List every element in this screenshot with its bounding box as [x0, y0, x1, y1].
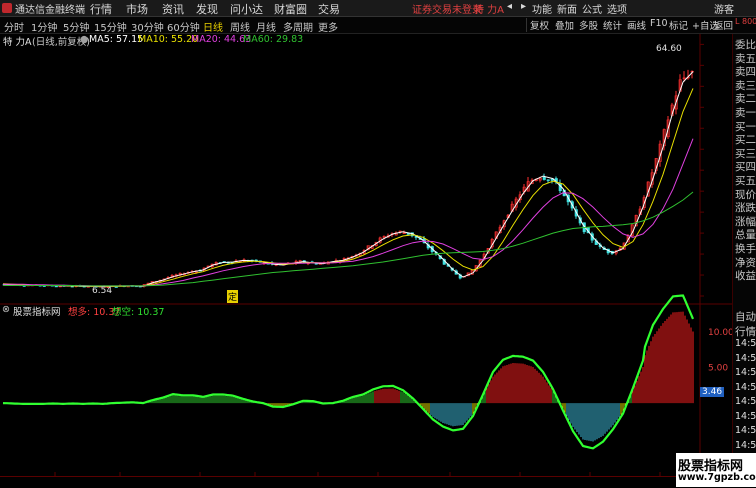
indicator-settings-icon[interactable]: ⊗ [2, 304, 10, 315]
ma-series-line [2, 88, 694, 287]
tick-mode-label: 自动 [735, 311, 756, 323]
candlesticks [2, 69, 694, 289]
menu-caifuquan[interactable]: 财富圈 [274, 1, 307, 17]
ma-series-line [3, 138, 694, 287]
back-button[interactable]: 返回 [712, 18, 735, 32]
menu-gongneng[interactable]: 功能 [532, 1, 552, 16]
date-scrollbar[interactable] [0, 476, 732, 488]
short-label: 想空: 10.37 [112, 307, 165, 318]
biaoji-button[interactable]: 标记 [667, 18, 690, 32]
ma-series-line [2, 71, 694, 288]
menu-gongshi[interactable]: 公式 [582, 1, 602, 16]
menu-hangqing[interactable]: 行情 [90, 1, 112, 17]
panel-code: L 8000 [735, 17, 756, 26]
fuquan-button[interactable]: 复权 [528, 18, 551, 32]
tick-time: 14:50 [735, 367, 756, 378]
kline-chart[interactable]: 65.0060.0055.0050.0045.0040.0035.0030.00… [0, 34, 732, 476]
stock-tab[interactable]: 特 力A [474, 1, 504, 16]
price-axis: 65.0060.0055.0050.0045.0040.0035.0030.00… [700, 43, 704, 297]
watermark: 股票指标网 www.7gpzb.com [676, 453, 756, 487]
tick-time: 14:50 [735, 396, 756, 407]
period-60min[interactable]: 60分钟 [167, 19, 200, 34]
period-fenshi[interactable]: 分时 [4, 19, 24, 34]
menu-jiaoyi[interactable]: 交易 [318, 1, 340, 17]
login-status[interactable]: 证券交易未登录 [412, 1, 482, 16]
tongji-button[interactable]: 统计 [601, 18, 624, 32]
period-multi[interactable]: 多周期 [283, 19, 313, 34]
period-day[interactable]: 日线 [203, 19, 223, 34]
period-more[interactable]: 更多 [318, 19, 338, 34]
user-guest[interactable]: 游客 [714, 1, 734, 16]
period-15min[interactable]: 15分钟 [94, 19, 127, 34]
title-bar: 通达信金融终端 行情 市场 资讯 发现 问小达 财富圈 交易 证券交易未登录 特… [0, 0, 756, 17]
period-toolbar: 分时 1分钟 5分钟 15分钟 30分钟 60分钟 日线 周线 月线 多周期 更… [0, 17, 756, 34]
quote-field-label: 收益 [735, 270, 756, 283]
indicator-axis: 10.00 5.00 [708, 328, 732, 373]
menu-xuanxiang[interactable]: 选项 [607, 1, 627, 16]
indicator-header: ⊗ 股票指标网 想多: 10.37 想空: 10.37 [0, 304, 700, 318]
period-week[interactable]: 周线 [230, 19, 250, 34]
high-price-label: 64.60 [656, 44, 682, 54]
nav-forward-icon[interactable]: ▸ [521, 1, 526, 12]
tick-mode-label: 行情 [735, 325, 756, 338]
menu-shichang[interactable]: 市场 [126, 1, 148, 17]
duogu-button[interactable]: 多股 [577, 18, 600, 32]
toolbar-separator [526, 18, 527, 32]
indicator-bars [4, 311, 694, 442]
nav-back-icon[interactable]: ◂ [507, 1, 512, 12]
tick-time: 14:50 [735, 352, 756, 364]
indicator-name[interactable]: 股票指标网 [13, 304, 61, 318]
app-logo-icon [2, 3, 12, 13]
diejia-button[interactable]: 叠加 [553, 18, 576, 32]
menu-wenxiaoda[interactable]: 问小达 [230, 1, 263, 17]
tick-time: 14:50 [735, 439, 756, 451]
app-title: 通达信金融终端 [15, 5, 85, 16]
event-marker[interactable]: 定 [227, 290, 239, 303]
tick-time: 14:50 [735, 381, 756, 393]
candle-body [546, 179, 550, 181]
candle-body [542, 176, 546, 180]
ma-lines [2, 71, 694, 288]
huaxian-button[interactable]: 画线 [625, 18, 648, 32]
period-1min[interactable]: 1分钟 [31, 19, 57, 34]
menu-zixun[interactable]: 资讯 [162, 1, 184, 17]
period-month[interactable]: 月线 [256, 19, 276, 34]
tick-time: 14:50 [735, 425, 756, 436]
indicator-tick-label: 5.00 [708, 364, 728, 374]
quote-panel: L 8000 委比卖五卖四卖三卖二卖一买一买二买三买四买五现价涨跌涨幅总量换手净… [732, 17, 756, 487]
indicator-tick-label: 10.00 [708, 328, 732, 338]
menu-faxian[interactable]: 发现 [196, 1, 218, 17]
period-30min[interactable]: 30分钟 [131, 19, 164, 34]
indicator-current-value: 3.46 [700, 387, 725, 397]
low-price-label: 6.54 [92, 286, 113, 296]
watermark-url: www.7gpzb.com [678, 472, 756, 483]
candle-body [54, 285, 58, 288]
tick-time: 14:50 [735, 410, 756, 422]
period-5min[interactable]: 5分钟 [63, 19, 89, 34]
menu-xinmian[interactable]: 新面 [557, 1, 577, 16]
tick-time: 14:50 [735, 338, 756, 349]
ma-series-line [3, 191, 694, 287]
